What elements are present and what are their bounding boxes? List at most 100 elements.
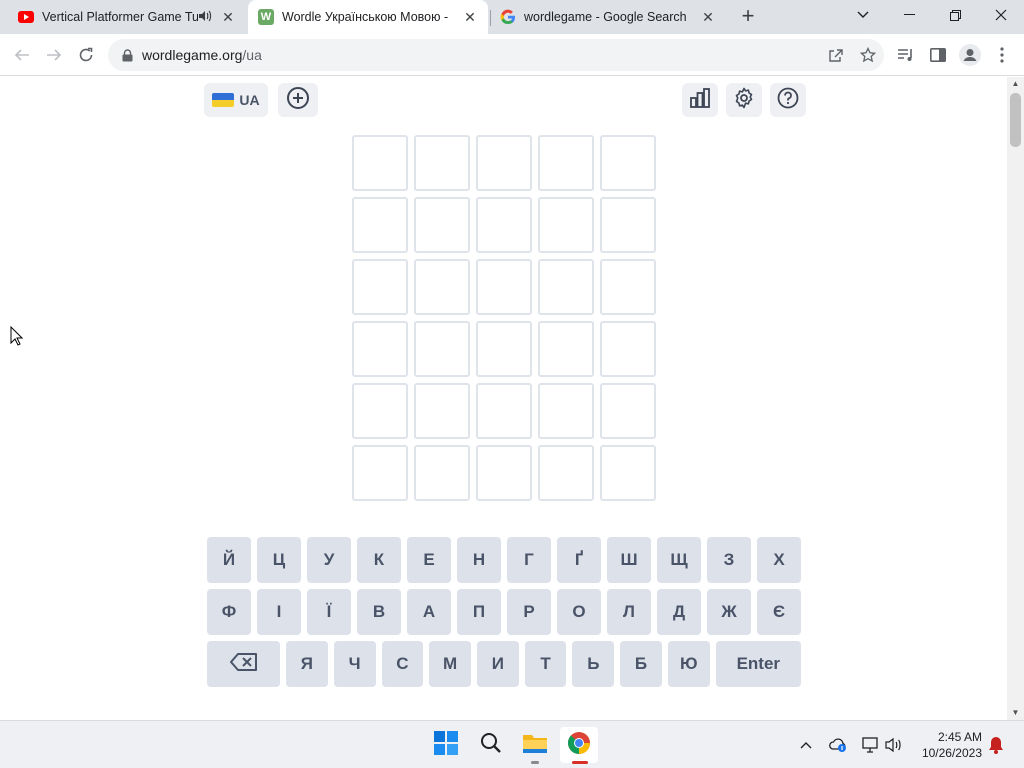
key-letter[interactable]: К xyxy=(357,537,401,583)
media-control-icon[interactable] xyxy=(894,43,918,67)
key-letter[interactable]: Ї xyxy=(307,589,351,635)
restore-button[interactable] xyxy=(932,0,978,30)
key-letter[interactable]: Р xyxy=(507,589,551,635)
key-letter[interactable]: Ю xyxy=(667,641,710,687)
wordle-w-icon: W xyxy=(258,9,274,25)
onedrive-cloud-icon[interactable] xyxy=(828,735,848,755)
key-letter[interactable]: Щ xyxy=(657,537,701,583)
minimize-button[interactable] xyxy=(886,0,932,30)
forward-button[interactable] xyxy=(42,43,66,67)
profile-avatar-icon[interactable] xyxy=(958,43,982,67)
scrollbar-thumb[interactable] xyxy=(1010,93,1021,147)
url-path: /ua xyxy=(242,47,262,63)
key-letter[interactable]: Д xyxy=(657,589,701,635)
key-letter[interactable]: І xyxy=(257,589,301,635)
enter-key[interactable]: Enter xyxy=(715,641,801,687)
key-letter[interactable]: П xyxy=(457,589,501,635)
windows-taskbar: 2:45 AM 10/26/2023 xyxy=(0,720,1024,768)
tab-google-search[interactable]: wordlegame - Google Search ✕ xyxy=(490,0,726,34)
clock-time: 2:45 AM xyxy=(937,730,982,744)
key-letter[interactable]: Ч xyxy=(333,641,376,687)
side-panel-icon[interactable] xyxy=(926,43,950,67)
key-letter[interactable]: Й xyxy=(207,537,251,583)
key-letter[interactable]: И xyxy=(476,641,519,687)
kebab-menu-icon[interactable] xyxy=(990,43,1014,67)
letter-tile xyxy=(352,321,408,377)
page-viewport: UA ЙЦУКЕНГҐШЩЗХ ФІЇВАПРОЛДЖЄ ЯЧСМИТЬБ Ю … xyxy=(0,77,1007,720)
key-letter[interactable]: В xyxy=(357,589,401,635)
new-game-button[interactable] xyxy=(278,83,318,117)
new-tab-button[interactable]: + xyxy=(736,5,760,29)
start-button[interactable] xyxy=(427,727,465,763)
close-window-button[interactable] xyxy=(978,0,1024,30)
notification-bell-icon[interactable] xyxy=(986,735,1006,755)
keyboard-row-1: ЙЦУКЕНГҐШЩЗХ xyxy=(207,537,801,583)
key-letter[interactable]: Ґ xyxy=(557,537,601,583)
key-letter[interactable]: Е xyxy=(407,537,451,583)
file-explorer-button[interactable] xyxy=(516,727,554,764)
key-letter[interactable]: Б xyxy=(620,641,662,687)
tab-wordle[interactable]: W Wordle Українською Мовою - ✕ xyxy=(248,0,488,34)
letter-tile xyxy=(414,321,470,377)
chrome-taskbar-button[interactable] xyxy=(560,727,598,764)
settings-button[interactable] xyxy=(726,83,762,117)
running-indicator xyxy=(531,761,539,764)
bookmark-star-icon[interactable] xyxy=(852,39,884,71)
backspace-key[interactable] xyxy=(207,641,281,687)
help-button[interactable] xyxy=(770,83,806,117)
search-button[interactable] xyxy=(472,727,510,763)
key-letter[interactable]: Н xyxy=(457,537,501,583)
url-text[interactable]: wordlegame.org/ua xyxy=(142,47,820,63)
scroll-down-arrow-icon[interactable]: ▼ xyxy=(1007,706,1024,720)
key-letter[interactable]: Ц xyxy=(257,537,301,583)
key-letter[interactable]: З xyxy=(707,537,751,583)
speaker-icon[interactable] xyxy=(198,10,212,25)
lock-icon[interactable] xyxy=(120,48,134,62)
key-letter[interactable]: О xyxy=(557,589,601,635)
key-letter[interactable]: Є xyxy=(757,589,801,635)
key-letter[interactable]: Ж xyxy=(707,589,751,635)
share-icon[interactable] xyxy=(820,39,852,71)
key-letter[interactable]: Ь xyxy=(572,641,615,687)
key-letter[interactable]: Ш xyxy=(607,537,651,583)
url-domain: wordlegame.org xyxy=(142,47,243,63)
statistics-button[interactable] xyxy=(682,83,718,117)
key-letter[interactable]: А xyxy=(407,589,451,635)
close-tab-icon[interactable]: ✕ xyxy=(462,9,478,26)
network-icon[interactable] xyxy=(860,735,880,755)
tab-search-chevron-icon[interactable] xyxy=(840,0,886,30)
scroll-up-arrow-icon[interactable]: ▲ xyxy=(1007,77,1024,91)
close-tab-icon[interactable]: ✕ xyxy=(700,9,716,26)
game-board xyxy=(352,135,656,501)
tab-youtube[interactable]: Vertical Platformer Game Tu ✕ xyxy=(8,0,246,34)
close-tab-icon[interactable]: ✕ xyxy=(220,9,236,26)
letter-tile xyxy=(414,197,470,253)
show-hidden-icons-chevron-icon[interactable] xyxy=(796,735,816,755)
page-scrollbar[interactable]: ▲ ▼ xyxy=(1007,77,1024,720)
letter-tile xyxy=(538,321,594,377)
letter-tile xyxy=(352,135,408,191)
key-letter[interactable]: Т xyxy=(524,641,567,687)
key-letter[interactable]: Х xyxy=(757,537,801,583)
key-letter[interactable]: Г xyxy=(507,537,551,583)
volume-icon[interactable] xyxy=(884,735,904,755)
reload-button[interactable] xyxy=(74,43,98,67)
letter-tile xyxy=(414,445,470,501)
keyboard-row-2: ФІЇВАПРОЛДЖЄ xyxy=(207,589,801,635)
system-clock[interactable]: 2:45 AM 10/26/2023 xyxy=(910,729,982,761)
key-letter[interactable]: Ф xyxy=(207,589,251,635)
letter-tile xyxy=(600,197,656,253)
letter-tile xyxy=(538,383,594,439)
back-button[interactable] xyxy=(10,43,34,67)
key-letter[interactable]: Л xyxy=(607,589,651,635)
question-circle-icon xyxy=(777,87,799,114)
key-letter[interactable]: У xyxy=(307,537,351,583)
key-letter[interactable]: С xyxy=(381,641,424,687)
key-letter[interactable]: Я xyxy=(286,641,328,687)
language-button[interactable]: UA xyxy=(204,83,268,117)
key-letter[interactable]: М xyxy=(429,641,471,687)
letter-tile xyxy=(414,135,470,191)
language-code: UA xyxy=(239,92,260,108)
address-bar[interactable]: wordlegame.org/ua xyxy=(108,39,884,71)
letter-tile xyxy=(600,383,656,439)
